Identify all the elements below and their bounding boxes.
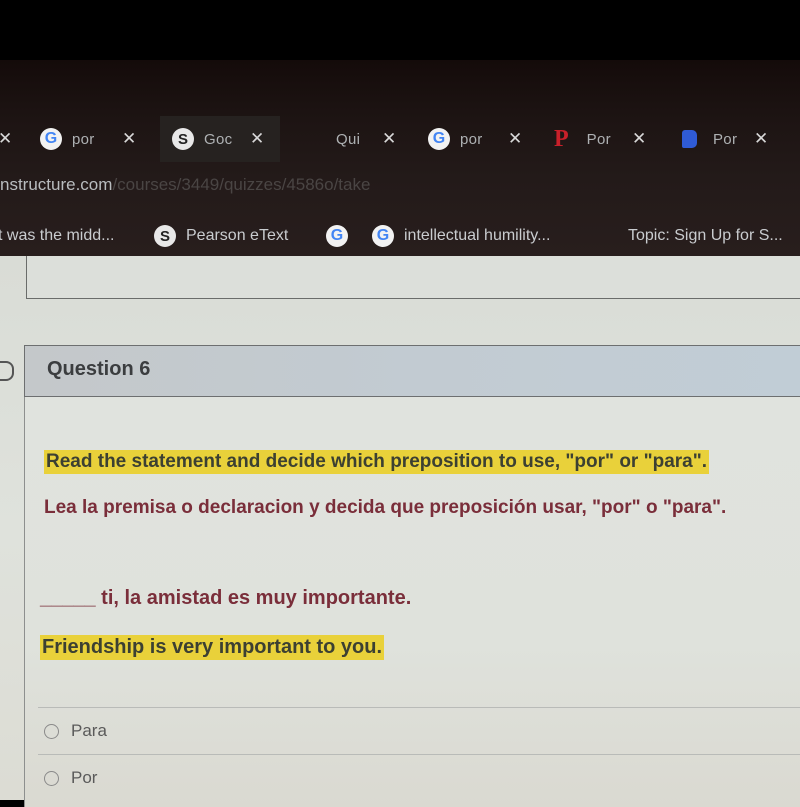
close-icon[interactable]: ✕ [382, 129, 396, 149]
screen-bezel [0, 0, 800, 60]
instruction-english: Read the statement and decide which prep… [44, 450, 710, 474]
close-icon[interactable]: ✕ [632, 129, 646, 149]
globe-icon: S [154, 225, 176, 247]
tab-title: Qui [336, 130, 361, 148]
close-icon[interactable]: ✕ [754, 129, 768, 149]
tab-6[interactable]: Por ✕ [682, 116, 792, 162]
close-icon[interactable]: ✕ [122, 129, 136, 149]
tab-title: por [72, 130, 95, 148]
url-host: nstructure.com [0, 175, 113, 194]
question-sentence: _____ ti, la amistad es muy importante. [40, 587, 412, 609]
close-icon[interactable]: ✕ [508, 129, 522, 149]
google-icon: G [326, 225, 348, 247]
answer-label: Para [71, 721, 107, 740]
tab-1[interactable]: G por ✕ [40, 116, 160, 162]
question-title: Question 6 [47, 358, 151, 380]
tab-4[interactable]: G por ✕ [428, 116, 538, 162]
tab-title: Por [713, 130, 738, 148]
bookmark-pearson[interactable]: S Pearson eText [154, 218, 288, 254]
answer-option-por[interactable]: Por [44, 768, 97, 788]
tab-title: Por [586, 130, 611, 148]
bookmark-intellectual-humility[interactable]: G intellectual humility... [372, 218, 550, 254]
bookmark-blue-icon [682, 130, 697, 148]
address-bar[interactable]: nstructure.com/courses/3449/quizzes/4586… [0, 175, 370, 201]
bookmark-label: Topic: Sign Up for S... [628, 227, 783, 244]
answer-option-para[interactable]: Para [44, 721, 107, 741]
flag-question-icon[interactable] [0, 361, 14, 381]
sentence-translation: Friendship is very important to you. [40, 635, 385, 660]
google-icon: G [372, 225, 394, 247]
radio-button[interactable] [44, 723, 59, 739]
bookmark-google[interactable]: G [326, 218, 348, 254]
tab-title: Goc [204, 130, 233, 148]
answer-label: Por [71, 768, 98, 787]
tab-5[interactable]: P Por ✕ [554, 116, 664, 162]
tab-0[interactable]: ✕ [0, 116, 24, 162]
tab-strip: ✕ G por ✕ S Goc ✕ Qui ✕ G por ✕ P Por ✕ … [0, 116, 800, 162]
divider [38, 707, 800, 708]
divider [38, 754, 800, 755]
close-icon[interactable]: ✕ [0, 129, 12, 149]
pinterest-icon: P [554, 125, 569, 152]
close-icon[interactable]: ✕ [250, 129, 264, 149]
previous-question-box [26, 256, 800, 299]
bookmark-topic[interactable]: Topic: Sign Up for S... [628, 218, 783, 254]
bookmark-label: Pearson eText [186, 227, 289, 244]
tab-2[interactable]: S Goc ✕ [160, 116, 280, 162]
question-header: Question 6 [24, 345, 800, 397]
bookmark-item[interactable]: t was the midd... [0, 218, 115, 254]
tab-3[interactable]: Qui ✕ [326, 116, 406, 162]
url-path: /courses/3449/quizzes/4586o/take [112, 175, 371, 194]
tab-title: por [460, 130, 483, 148]
radio-button[interactable] [44, 770, 59, 786]
globe-icon: S [172, 128, 194, 150]
bookmark-label: intellectual humility... [404, 227, 551, 244]
google-icon: G [40, 128, 62, 150]
bookmarks-bar: t was the midd... S Pearson eText G G in… [0, 218, 800, 254]
google-icon: G [428, 128, 450, 150]
bookmark-label: t was the midd... [0, 227, 115, 244]
instruction-spanish: Lea la premisa o declaracion y decida qu… [44, 497, 727, 518]
